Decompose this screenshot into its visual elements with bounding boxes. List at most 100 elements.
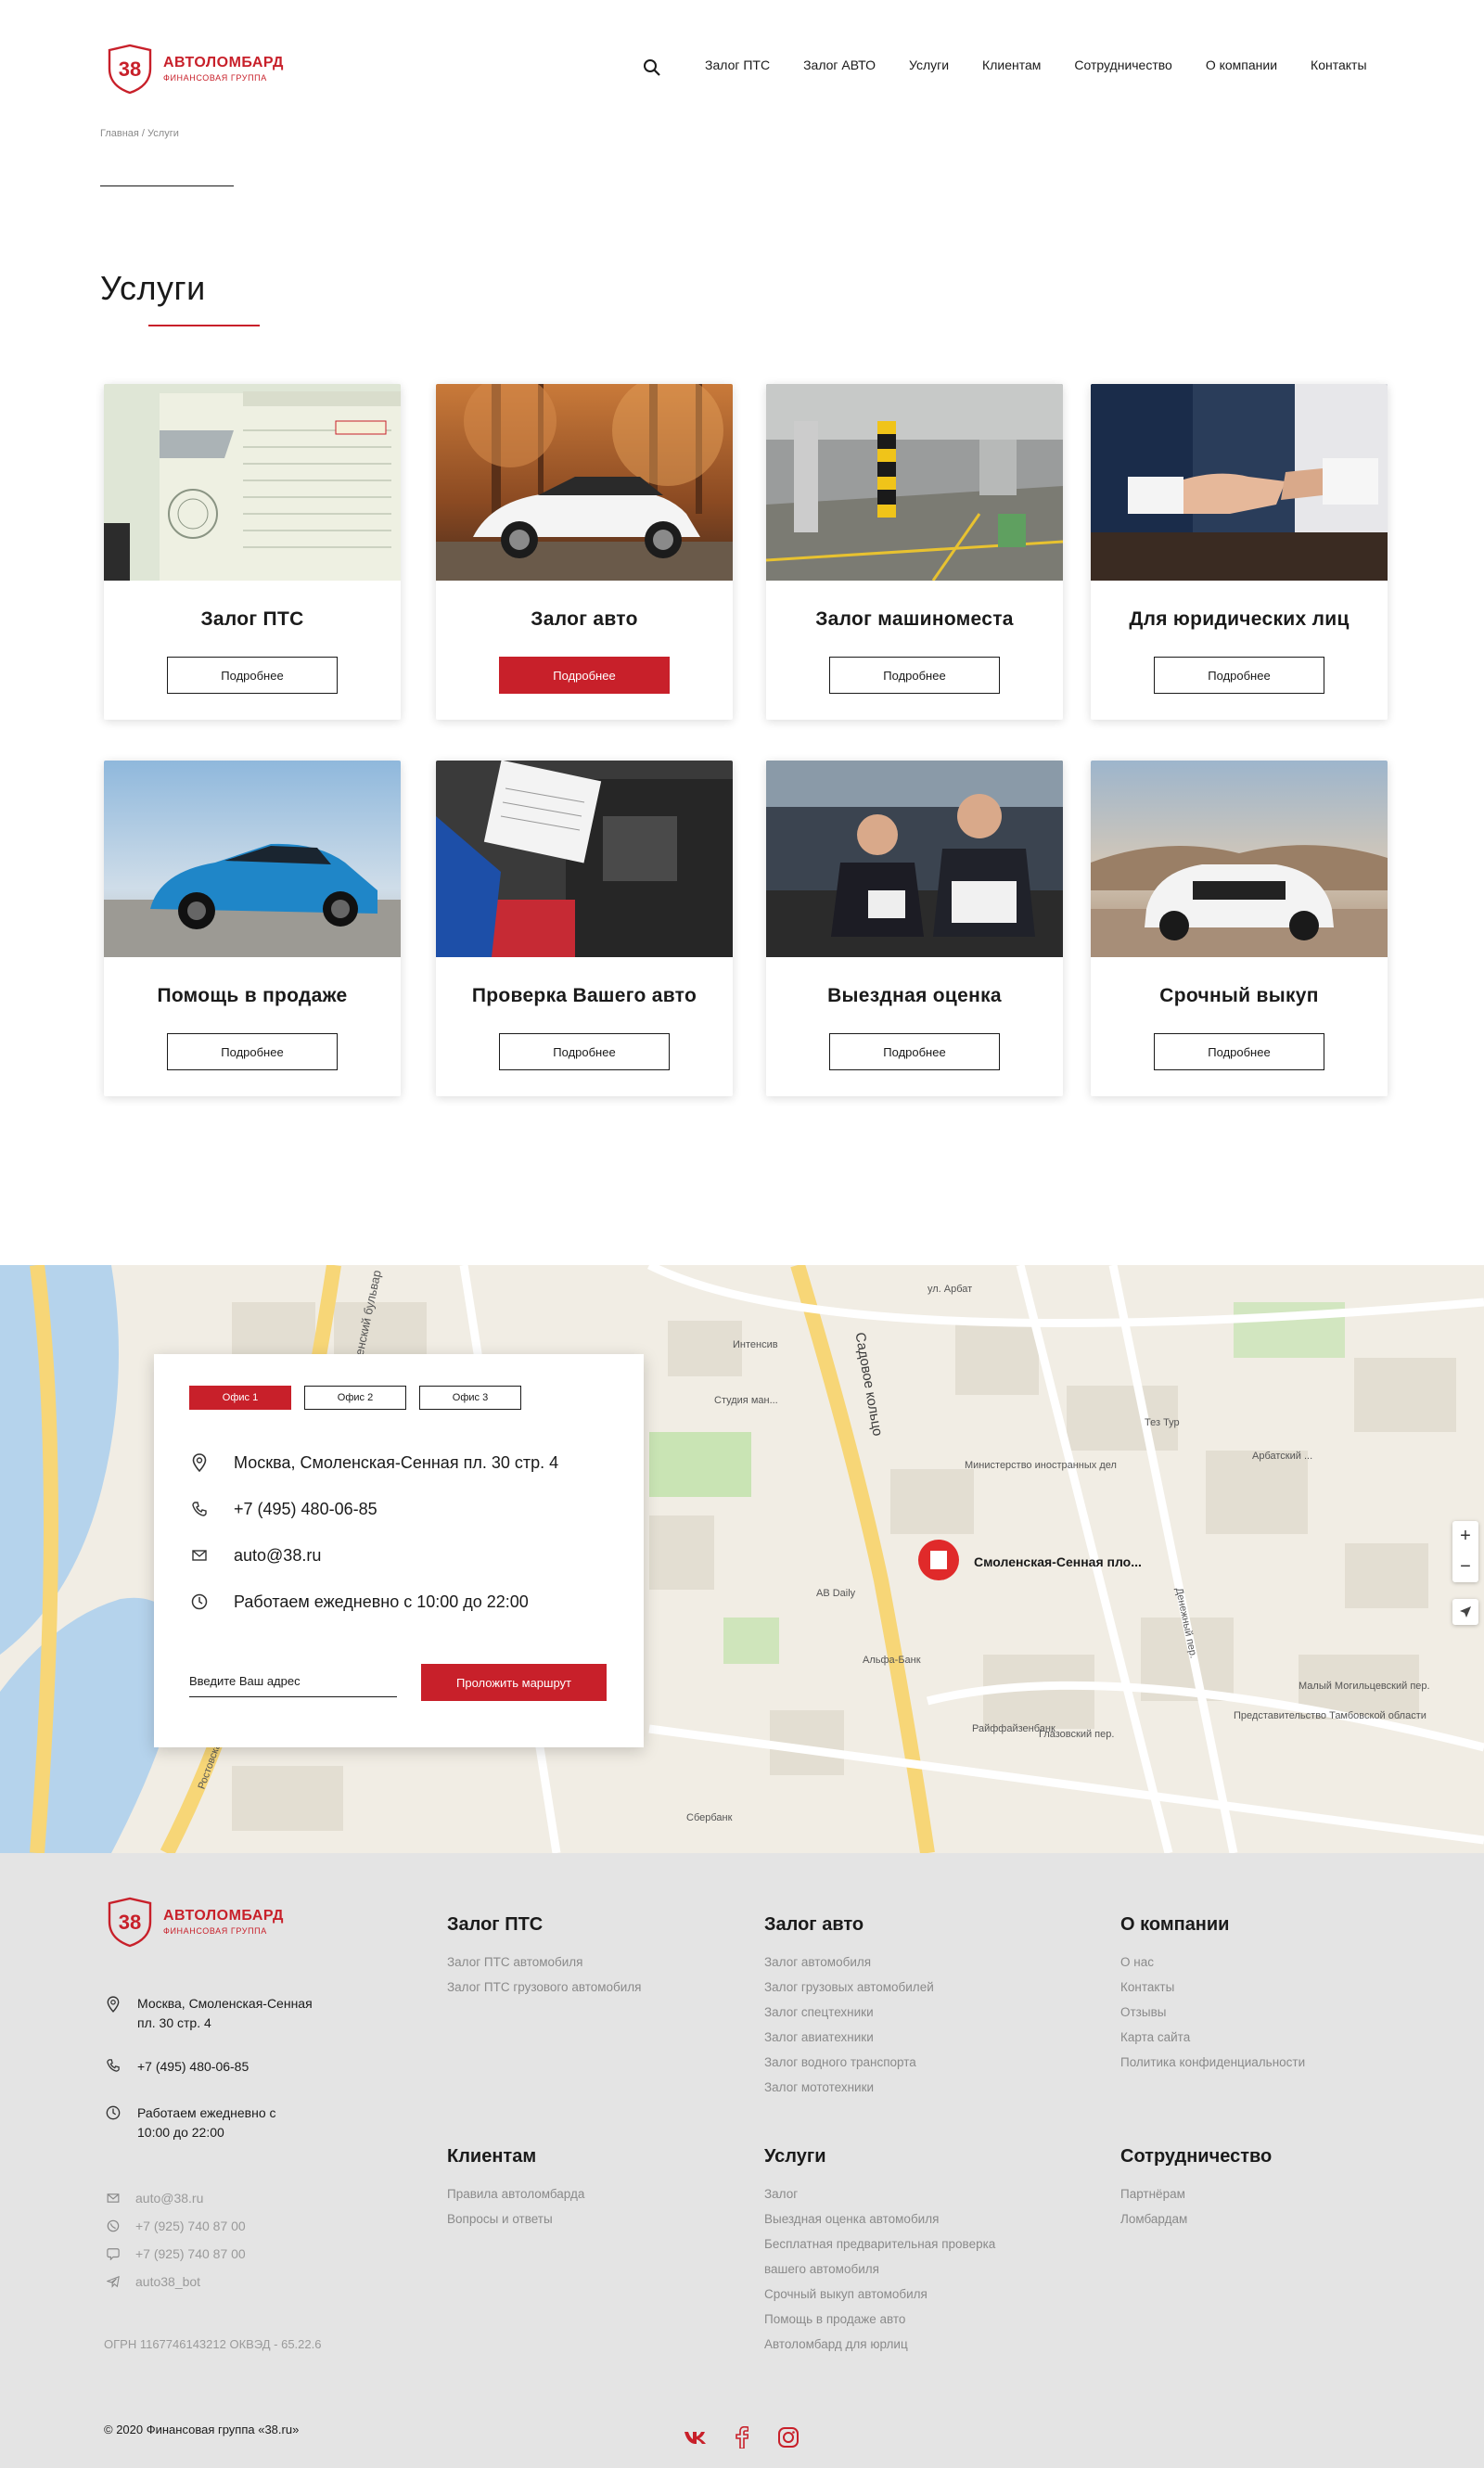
footer-address: Москва, Смоленская-Сенная пл. 30 стр. 4 [104,1994,345,2033]
service-card[interactable]: Помощь в продаже Подробнее [104,761,401,1096]
phone-icon [104,2057,122,2072]
tab-office-2[interactable]: Офис 2 [304,1386,406,1410]
location-pin-icon [189,1452,210,1473]
footer-link[interactable]: Залог авиатехники [764,2030,874,2044]
tab-office-3[interactable]: Офис 3 [419,1386,521,1410]
service-card[interactable]: Залог машиноместа Подробнее [766,384,1063,720]
zoom-in-button[interactable]: + [1452,1521,1478,1552]
footer-email-text[interactable]: auto@38.ru [135,2191,203,2206]
service-details-button[interactable]: Подробнее [499,657,670,694]
service-details-button[interactable]: Подробнее [1154,1033,1324,1070]
brand-title: АВТОЛОМБАРД [163,1908,284,1924]
footer-link[interactable]: Контакты [1120,1980,1174,1994]
service-card-title: Залог машиноместа [815,608,1014,630]
footer-col-title[interactable]: Залог ПТС [447,1914,543,1936]
social-links [683,2424,801,2450]
service-card-title: Залог ПТС [200,608,304,630]
nav-item-services[interactable]: Услуги [909,58,949,72]
service-details-button[interactable]: Подробнее [829,1033,1000,1070]
footer-link[interactable]: Партнёрам [1120,2187,1185,2201]
nav-item-contacts[interactable]: Контакты [1311,58,1366,72]
footer-col-title[interactable]: Сотрудничество [1120,2146,1272,2167]
nav-item-pts[interactable]: Залог ПТС [705,58,770,72]
footer-link[interactable]: Залог [764,2187,798,2201]
footer-whatsapp-text[interactable]: +7 (925) 740 87 00 [135,2219,246,2233]
service-card[interactable]: Для юридических лиц Подробнее [1091,384,1388,720]
service-card[interactable]: Залог ПТС Подробнее [104,384,401,720]
footer-link[interactable]: Ломбардам [1120,2212,1187,2226]
handshake-photo [1091,384,1388,581]
footer-link[interactable]: Вопросы и ответы [447,2212,553,2226]
facebook-icon[interactable] [729,2424,755,2450]
footer-hours-text: Работаем ежедневно с 10:00 до 22:00 [137,2105,276,2140]
footer-link[interactable]: Помощь в продаже авто [764,2312,905,2326]
footer-col-title[interactable]: О компании [1120,1914,1229,1936]
footer-link[interactable]: Политика конфиденциальности [1120,2055,1305,2069]
vk-icon[interactable] [683,2424,709,2450]
site-header: 38 АВТОЛОМБАРД ФИНАНСОВАЯ ГРУППА Залог П… [0,0,1484,130]
nav-item-clients[interactable]: Клиентам [982,58,1041,72]
service-details-button[interactable]: Подробнее [167,657,338,694]
service-card[interactable]: Залог авто Подробнее [436,384,733,720]
footer-link[interactable]: Выездная оценка автомобиля [764,2212,939,2226]
map-label: Министерство иностранных дел [965,1460,1117,1471]
office-email[interactable]: auto@38.ru [234,1546,321,1566]
brand-logo[interactable]: 38 АВТОЛОМБАРД ФИНАНСОВАЯ ГРУППА [104,43,289,95]
nav-item-about[interactable]: О компании [1206,58,1277,72]
footer-link[interactable]: Залог ПТС автомобиля [447,1955,583,1969]
service-card[interactable]: Выездная оценка Подробнее [766,761,1063,1096]
footer-link[interactable]: Автоломбард для юрлиц [764,2337,908,2351]
footer-link[interactable]: Залог мототехники [764,2080,874,2094]
footer-link[interactable]: Залог грузовых автомобилей [764,1980,934,1994]
search-icon[interactable] [642,58,662,78]
footer-col-title[interactable]: Залог авто [764,1914,864,1936]
build-route-button[interactable]: Проложить маршрут [421,1664,607,1701]
service-card[interactable]: Проверка Вашего авто Подробнее [436,761,733,1096]
footer-link[interactable]: Отзывы [1120,2005,1166,2019]
nav-item-auto[interactable]: Залог АВТО [803,58,876,72]
locate-me-icon[interactable] [1452,1599,1478,1625]
office-info-panel: Офис 1 Офис 2 Офис 3 Москва, Смоленская-… [154,1354,644,1747]
footer-col-title[interactable]: Услуги [764,2146,826,2167]
map-label: Тез Тур [1145,1417,1180,1428]
white-mercedes-photo [1091,761,1388,957]
service-card[interactable]: Срочный выкуп Подробнее [1091,761,1388,1096]
map-label: Райффайзенбанк [972,1723,1055,1734]
zoom-out-button[interactable]: − [1452,1552,1478,1582]
footer-viber-text[interactable]: +7 (925) 740 87 00 [135,2246,246,2261]
service-details-button[interactable]: Подробнее [1154,657,1324,694]
footer-link[interactable]: Залог автомобиля [764,1955,871,1969]
tab-office-1[interactable]: Офис 1 [189,1386,291,1410]
service-card-title: Залог авто [531,608,638,630]
service-details-button[interactable]: Подробнее [829,657,1000,694]
footer-link[interactable]: Залог ПТС грузового автомобиля [447,1980,642,1994]
address-input[interactable] [189,1666,397,1697]
telegram-icon [104,2275,122,2288]
footer-link[interactable]: Залог водного транспорта [764,2055,916,2069]
map-marker-label[interactable]: Смоленская-Сенная пло... [974,1554,1142,1569]
footer-logo[interactable]: 38 АВТОЛОМБАРД ФИНАНСОВАЯ ГРУППА [104,1896,284,1948]
service-details-button[interactable]: Подробнее [499,1033,670,1070]
footer-telegram: auto38_bot [104,2274,200,2289]
service-card-title: Для юридических лиц [1129,608,1350,630]
breadcrumb-home[interactable]: Главная [100,128,139,139]
office-phone[interactable]: +7 (495) 480-06-85 [234,1500,377,1519]
footer-copyright: © 2020 Финансовая группа «38.ru» [104,2423,300,2436]
map-label: Сбербанк [686,1812,733,1823]
footer-link[interactable]: Бесплатная предварительная проверка [764,2237,995,2251]
logo-shield-icon: 38 [108,1897,152,1948]
service-details-button[interactable]: Подробнее [167,1033,338,1070]
footer-phone-text[interactable]: +7 (495) 480-06-85 [137,2057,249,2077]
phone-icon [189,1499,210,1519]
footer-link[interactable]: Правила автоломбарда [447,2187,584,2201]
footer-link[interactable]: вашего автомобиля [764,2262,879,2276]
footer-link[interactable]: О нас [1120,1955,1154,1969]
footer-telegram-text[interactable]: auto38_bot [135,2274,200,2289]
office-tabs: Офис 1 Офис 2 Офис 3 [189,1386,521,1410]
instagram-icon[interactable] [775,2424,801,2450]
nav-item-cooperation[interactable]: Сотрудничество [1074,58,1171,72]
footer-link[interactable]: Залог спецтехники [764,2005,874,2019]
footer-col-title[interactable]: Клиентам [447,2146,536,2167]
footer-link[interactable]: Карта сайта [1120,2030,1190,2044]
footer-link[interactable]: Срочный выкуп автомобиля [764,2287,928,2301]
